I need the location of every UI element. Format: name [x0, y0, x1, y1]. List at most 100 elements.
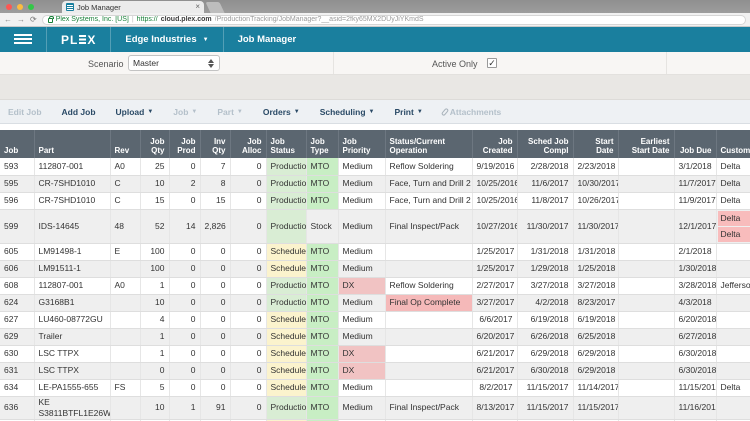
cell-operation: Final Op Complete [385, 294, 473, 312]
back-icon[interactable]: ← [4, 15, 12, 25]
col-header-earliest_start_date[interactable]: Earliest Start Date [618, 130, 675, 158]
table-row[interactable]: 636KE S3811BTFL1E26WH 101910ProductionMTO… [0, 396, 750, 420]
forward-icon[interactable]: → [17, 15, 25, 25]
new-tab-button[interactable] [205, 2, 225, 13]
cell-operation [385, 379, 473, 397]
cell-start_date: 6/29/2018 [573, 362, 619, 380]
cell-rev [110, 345, 141, 363]
table-row[interactable]: 634LE-PA1555-655FS5000ScheduledMTOMedium… [0, 379, 750, 397]
cell-job_priority: Medium [338, 396, 386, 420]
table-row[interactable]: 595CR-7SHD1010C10280ProductionMTOMediumF… [0, 175, 750, 193]
main-menu-button[interactable] [0, 27, 47, 52]
table-row[interactable]: 627LU460-08772GU4000ScheduledMTOMedium6/… [0, 311, 750, 329]
toolbar-print-button[interactable]: Print ▼ [394, 107, 422, 117]
cell-job_status: Production [266, 209, 307, 244]
cell-rev [110, 311, 141, 329]
toolbar-part-button: Part ▼ [217, 107, 243, 117]
table-row[interactable]: 629Trailer1000ScheduledMTOMedium6/20/201… [0, 328, 750, 346]
cell-start_date: 10/30/2017 [573, 175, 619, 193]
address-bar[interactable]: Plex Systems, Inc. [US] | https://cloud.… [41, 14, 746, 25]
cell-job_qty: 10 [140, 396, 170, 420]
plex-e-icon [79, 35, 87, 44]
cell-job_qty: 1 [140, 328, 170, 346]
cell-job_status: Scheduled [266, 362, 307, 380]
browser-tab[interactable]: Job Manager × [62, 1, 204, 13]
col-header-rev[interactable]: Rev [110, 130, 141, 158]
cell-job_alloc: 0 [230, 158, 267, 176]
col-header-job[interactable]: Job [0, 130, 35, 158]
plex-logo[interactable]: PL X [47, 27, 112, 52]
col-header-job_created[interactable]: Job Created [472, 130, 518, 158]
cell-job_due: 3/1/2018 [674, 158, 717, 176]
cell-part: IDS-14645 [34, 209, 111, 244]
cell-job: 634 [0, 379, 35, 397]
col-header-start_date[interactable]: Start Date [573, 130, 619, 158]
toolbar-upload-button[interactable]: Upload ▼ [116, 107, 154, 117]
cell-customer: Delta Delta [716, 209, 750, 244]
cell-job_due: 3/28/2018 [674, 277, 717, 295]
table-row[interactable]: 608112807-001A01000ProductionMTODXReflow… [0, 277, 750, 295]
table-row[interactable]: 624G3168B110000ProductionMTOMediumFinal … [0, 294, 750, 312]
cell-job_due: 6/20/2018 [674, 311, 717, 329]
cell-part: 112807-001 [34, 277, 111, 295]
tab-close-icon[interactable]: × [195, 3, 200, 11]
cell-sched_job_compl: 6/29/2018 [517, 345, 574, 363]
col-header-job_priority[interactable]: Job Priority [338, 130, 386, 158]
panel-divider [666, 52, 667, 74]
cell-sched_job_compl: 2/28/2018 [517, 158, 574, 176]
cell-job_prod: 2 [169, 175, 201, 193]
cell-job_qty: 100 [140, 260, 170, 278]
col-header-customer[interactable]: Customer [716, 130, 750, 158]
cell-rev [110, 396, 141, 420]
scenario-select[interactable]: Master [128, 55, 220, 71]
cell-start_date: 1/25/2018 [573, 260, 619, 278]
col-header-sched_job_compl[interactable]: Sched Job Compl [517, 130, 574, 158]
cell-job_status: Production [266, 294, 307, 312]
minimize-window-icon[interactable] [17, 4, 23, 10]
cell-operation [385, 243, 473, 261]
cell-job_alloc: 0 [230, 362, 267, 380]
cell-job: 605 [0, 243, 35, 261]
toolbar-add-job-button[interactable]: Add Job [62, 107, 96, 117]
table-row[interactable]: 605LM91498-1E100000ScheduledMTOMedium1/2… [0, 243, 750, 261]
table-row[interactable]: 631LSC TTPX0000ScheduledMTODX6/21/20176/… [0, 362, 750, 380]
cell-customer: Delta [716, 175, 750, 193]
company-name: Edge Industries [125, 34, 197, 45]
cell-job_due: 11/7/2017 [674, 175, 717, 193]
table-row[interactable]: 593112807-001A025070ProductionMTOMediumR… [0, 158, 750, 176]
reload-icon[interactable]: ⟳ [30, 15, 37, 25]
cell-job: 631 [0, 362, 35, 380]
cell-operation [385, 311, 473, 329]
toolbar-attachments-button: Attachments [440, 107, 501, 117]
col-header-operation[interactable]: Status/Current Operation [385, 130, 473, 158]
col-header-job_due[interactable]: Job Due [674, 130, 717, 158]
cell-rev: C [110, 192, 141, 210]
cell-job_type: MTO [306, 311, 339, 329]
cell-sched_job_compl: 1/29/2018 [517, 260, 574, 278]
cell-part: LE-PA1555-655 [34, 379, 111, 397]
col-header-job_status[interactable]: Job Status [266, 130, 307, 158]
toolbar-orders-button[interactable]: Orders ▼ [263, 107, 300, 117]
cell-job_prod: 0 [169, 277, 201, 295]
company-menu[interactable]: Edge Industries ▼ [111, 27, 224, 52]
cell-job_status: Production [266, 396, 307, 420]
table-row[interactable]: 630LSC TTPX1000ScheduledMTODX6/21/20176/… [0, 345, 750, 363]
col-header-job_prod[interactable]: Job Prod [169, 130, 201, 158]
col-header-job_type[interactable]: Job Type [306, 130, 339, 158]
cell-part: G3168B1 [34, 294, 111, 312]
cell-job: 606 [0, 260, 35, 278]
maximize-window-icon[interactable] [28, 4, 34, 10]
col-header-inv_qty[interactable]: Inv Qty [200, 130, 231, 158]
table-row[interactable]: 606LM91511-1100000ScheduledMTOMedium1/25… [0, 260, 750, 278]
cell-job_due: 2/1/2018 [674, 243, 717, 261]
close-window-icon[interactable] [6, 4, 12, 10]
active-only-checkbox[interactable]: ✓ [487, 58, 497, 68]
col-header-job_qty[interactable]: Job Qty [140, 130, 170, 158]
toolbar-scheduling-button[interactable]: Scheduling ▼ [320, 107, 375, 117]
tab-title: Job Manager [77, 2, 121, 12]
scenario-label: Scenario [88, 59, 124, 69]
table-row[interactable]: 599IDS-146454852142,8260ProductionStockM… [0, 209, 750, 244]
col-header-part[interactable]: Part [34, 130, 111, 158]
table-row[interactable]: 596CR-7SHD1010C150150ProductionMTOMedium… [0, 192, 750, 210]
col-header-job_alloc[interactable]: Job Alloc [230, 130, 267, 158]
